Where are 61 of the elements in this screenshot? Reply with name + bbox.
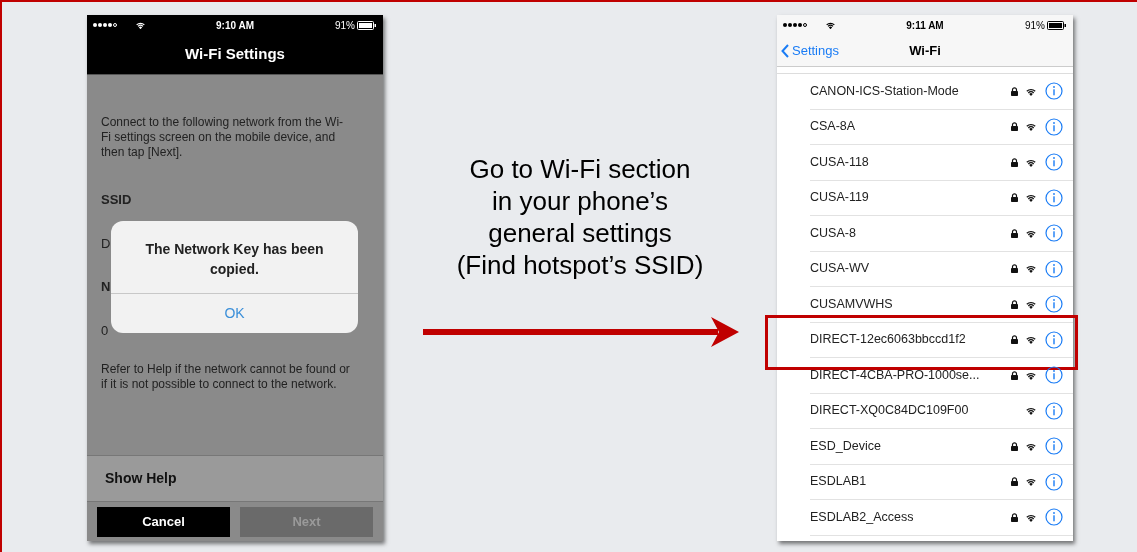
wifi-icon [1025, 299, 1037, 309]
network-row[interactable]: CSA-8A [810, 109, 1073, 145]
network-row[interactable]: ESDLAB1 [810, 464, 1073, 500]
show-help-link[interactable]: Show Help [105, 468, 177, 489]
status-time: 9:10 AM [216, 18, 254, 33]
info-icon[interactable] [1045, 153, 1063, 172]
wifi-icon [1025, 370, 1037, 380]
network-row[interactable]: DIRECT-12ec6063bbccd1f2 [810, 322, 1073, 358]
network-row[interactable]: CUSA-8 [810, 216, 1073, 252]
info-icon[interactable] [1045, 401, 1063, 420]
wifi-icon [1025, 512, 1037, 522]
network-row[interactable]: ESD_Device [810, 429, 1073, 465]
network-row[interactable]: CUSA-118 [810, 145, 1073, 181]
info-icon[interactable] [1045, 295, 1063, 314]
wifi-icon [135, 20, 146, 30]
wifi-icon [1025, 441, 1037, 451]
battery-percent: 91% [1025, 18, 1045, 33]
partial-text: N [101, 278, 111, 296]
network-row[interactable]: DIRECT-XQ0C84DC109F00 [810, 393, 1073, 429]
network-row[interactable]: CUSAMVWHS [810, 287, 1073, 323]
instruction-text: Connect to the following network from the Wi-Fi settings screen on the mobile device, and then tap [Next]. [101, 115, 345, 160]
battery-percent: 91% [335, 18, 355, 33]
wifi-icon [1025, 193, 1037, 203]
wifi-icon [1025, 228, 1037, 238]
battery-icon [357, 20, 377, 30]
network-row[interactable]: CANON-ICS-Station-Mode [810, 74, 1073, 110]
ssid-label: SSID [101, 191, 133, 209]
info-icon[interactable] [1045, 508, 1063, 527]
info-icon[interactable] [1045, 117, 1063, 136]
network-row[interactable]: CUSA-119 [810, 180, 1073, 216]
info-icon[interactable] [1045, 330, 1063, 349]
info-icon[interactable] [1045, 188, 1063, 207]
wifi-icon [825, 20, 836, 30]
info-icon[interactable] [1045, 224, 1063, 243]
back-link[interactable]: Settings [781, 40, 910, 61]
info-icon[interactable] [1045, 366, 1063, 385]
info-icon[interactable] [1045, 82, 1063, 101]
wifi-icon [1025, 406, 1037, 416]
info-icon[interactable] [1045, 472, 1063, 491]
battery-icon [1047, 20, 1067, 30]
network-row[interactable]: DIRECT-4CBA-PRO-1000se... [810, 358, 1073, 394]
partial-text: D [101, 234, 111, 253]
info-icon[interactable] [1045, 437, 1063, 456]
help-note-text: Refer to Help if the network cannot be found or if it is not possible to connect to the network. [101, 362, 351, 392]
wifi-icon [1025, 477, 1037, 487]
wifi-icon [1025, 264, 1037, 274]
wifi-icon [1025, 86, 1037, 96]
wifi-icon [1025, 122, 1037, 132]
screen-title: Wi-Fi Settings [185, 44, 285, 65]
info-icon[interactable] [1045, 259, 1063, 278]
cancel-button[interactable]: Cancel [97, 506, 230, 537]
partial-text: 0 [101, 321, 109, 340]
screen-title: Wi-Fi [909, 41, 941, 60]
wifi-icon [1025, 335, 1037, 345]
status-time: 9:11 AM [906, 18, 944, 33]
instruction-caption: Go to Wi-Fi section in your phone’s general settings (Find hotspot’s SSID) [456, 153, 704, 281]
alert-message: The Network Key has been copied. [144, 240, 325, 279]
wifi-icon [1025, 157, 1037, 167]
network-row[interactable]: ESDLAB2_Access [810, 500, 1073, 536]
network-row[interactable]: CUSA-WV [810, 251, 1073, 287]
chevron-left-icon [781, 43, 789, 58]
